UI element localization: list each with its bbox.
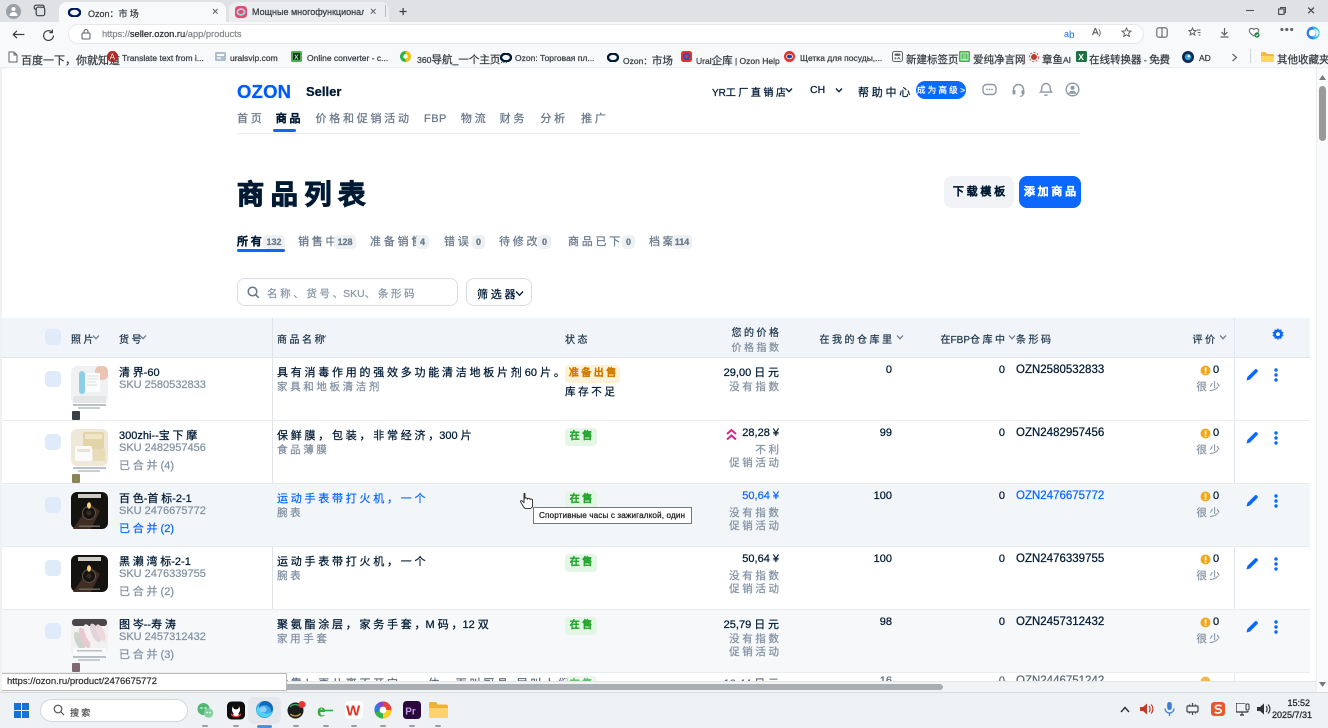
svg-text:W: W [346, 703, 361, 720]
svg-text:X: X [294, 55, 299, 62]
svg-text:Pr: Pr [405, 707, 416, 718]
svg-text:b: b [1069, 30, 1075, 39]
svg-text:X: X [1078, 52, 1084, 62]
svg-text:A: A [110, 52, 116, 61]
